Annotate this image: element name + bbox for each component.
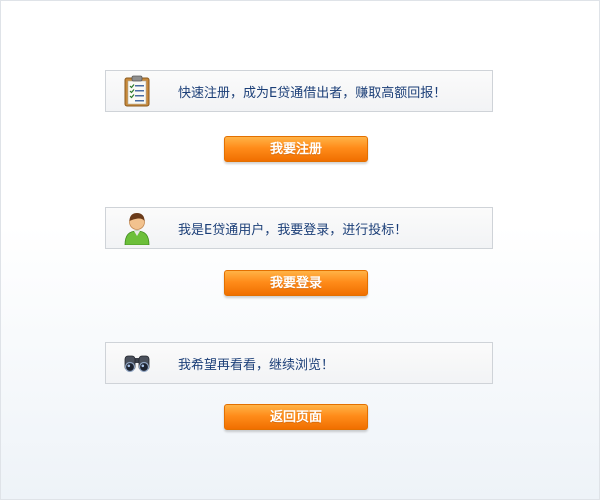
register-prompt-box: 快速注册，成为E贷通借出者，赚取高额回报！	[105, 70, 493, 112]
return-page-button[interactable]: 返回页面	[224, 404, 368, 430]
choice-page: 快速注册，成为E贷通借出者，赚取高额回报！ 我要注册 我是E贷通用户，我要登录，…	[0, 0, 600, 500]
clipboard-icon	[123, 75, 151, 107]
register-prompt-text: 快速注册，成为E贷通借出者，赚取高额回报！	[178, 85, 447, 101]
browse-prompt-text: 我希望再看看，继续浏览！	[178, 357, 335, 373]
user-icon	[123, 211, 151, 245]
binoculars-icon	[122, 352, 152, 374]
login-button[interactable]: 我要登录	[224, 270, 368, 296]
register-button[interactable]: 我要注册	[224, 136, 368, 162]
browse-prompt-box: 我希望再看看，继续浏览！	[105, 342, 493, 384]
login-prompt-box: 我是E贷通用户，我要登录，进行投标！	[105, 207, 493, 249]
login-prompt-text: 我是E贷通用户，我要登录，进行投标！	[178, 222, 408, 238]
